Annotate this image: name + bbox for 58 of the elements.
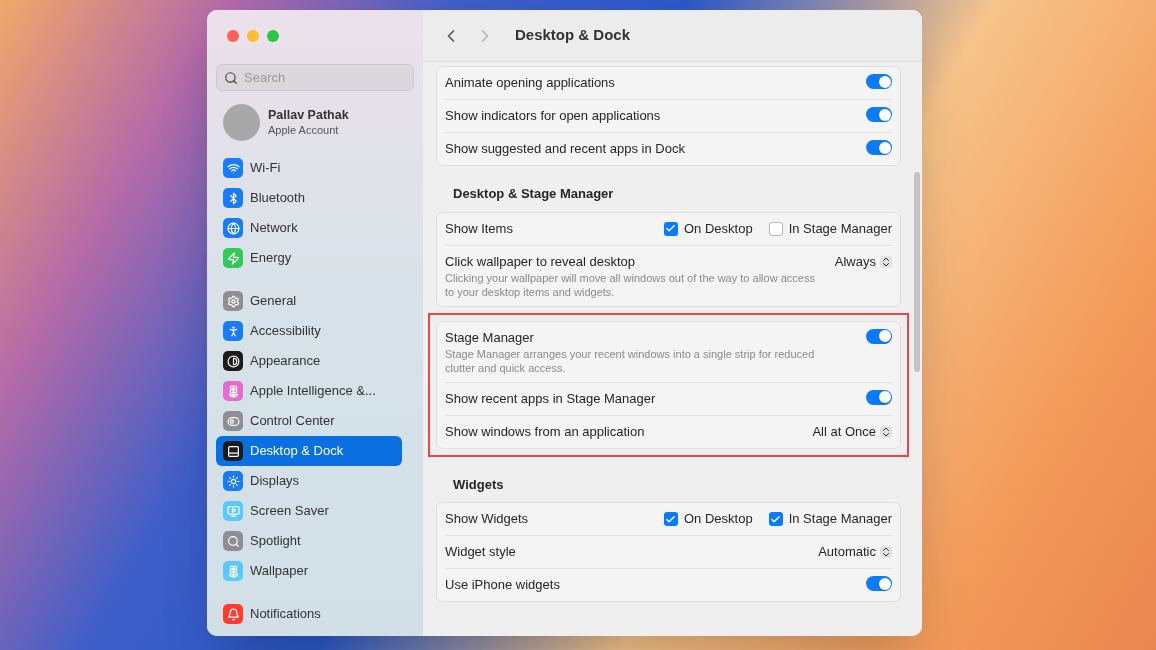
popup-menu[interactable]: Always — [834, 252, 892, 271]
avatar — [223, 104, 260, 141]
sidebar-item[interactable]: Displays — [216, 466, 402, 496]
sidebar-item[interactable]: Network — [216, 213, 402, 243]
toggle-switch[interactable] — [866, 107, 892, 122]
checkbox[interactable] — [664, 512, 678, 526]
account-subtitle: Apple Account — [268, 123, 340, 138]
sidebar-item[interactable]: Accessibility — [216, 316, 402, 346]
section-heading: Widgets — [452, 475, 505, 494]
sidebar-item[interactable]: Wi-Fi — [216, 153, 402, 183]
sidebar-item[interactable]: General — [216, 286, 402, 316]
popup-menu[interactable]: All at Once — [812, 422, 892, 441]
setting-description: Clicking your wallpaper will move all windows out of the way to allow access to your desktop items and widgets. — [445, 270, 816, 299]
account-name: Pallav Pathak — [268, 107, 349, 123]
setting-label: Stage Manager — [445, 328, 535, 347]
setting-label: Widget style — [445, 543, 516, 561]
stepper-icon — [880, 546, 892, 558]
sidebar-item[interactable]: Apple Intelligence &... — [216, 376, 402, 406]
sidebar-item[interactable]: Energy — [216, 243, 402, 273]
sidebar-item[interactable]: Control Center — [216, 406, 402, 436]
sidebar-item[interactable]: Wallpaper — [216, 556, 402, 586]
search-field[interactable]: Search — [216, 64, 414, 91]
toggle-switch[interactable] — [866, 328, 892, 344]
setting-label: Show Items — [445, 219, 513, 238]
sidebar-item[interactable]: Bluetooth — [216, 183, 402, 213]
checkbox[interactable] — [768, 221, 783, 236]
setting-label: Animate opening applications — [445, 74, 615, 92]
checkbox-label: In Stage Manager — [788, 510, 892, 528]
sidebar-item[interactable]: Screen Saver — [216, 496, 402, 526]
stepper-icon — [880, 425, 892, 438]
checkbox-label: On Desktop — [684, 510, 753, 528]
setting-label: Use iPhone widgets — [445, 576, 560, 594]
sidebar-item[interactable]: Appearance — [216, 346, 402, 376]
checkbox-label: On Desktop — [684, 219, 753, 238]
setting-label: Show Widgets — [445, 510, 529, 528]
scrollbar[interactable] — [914, 172, 920, 372]
checkbox[interactable] — [768, 512, 783, 526]
setting-label: Show recent apps in Stage Manager — [445, 389, 656, 408]
section-heading: Desktop & Stage Manager — [452, 185, 615, 203]
checkbox-label: In Stage Manager — [788, 219, 892, 238]
toggle-switch[interactable] — [866, 140, 892, 155]
toggle-switch[interactable] — [866, 389, 892, 405]
setting-label: Show indicators for open applications — [445, 107, 661, 125]
toggle-switch[interactable] — [866, 74, 892, 89]
popup-menu[interactable]: Automatic — [818, 543, 892, 561]
setting-label: Show windows from an application — [445, 422, 645, 441]
setting-label: Show suggested and recent apps in Dock — [445, 140, 685, 158]
checkbox[interactable] — [664, 221, 678, 236]
close-button[interactable] — [227, 30, 239, 42]
window-title: Desktop & Dock — [515, 25, 631, 46]
setting-label: Click wallpaper to reveal desktop — [445, 252, 637, 271]
toggle-switch[interactable] — [866, 576, 892, 591]
sidebar-item[interactable]: Desktop & Dock — [216, 436, 402, 466]
search-icon — [224, 71, 238, 85]
stepper-icon — [880, 255, 892, 268]
sidebar-item[interactable]: Notifications — [216, 599, 402, 629]
sidebar-item[interactable]: Spotlight — [216, 526, 402, 556]
setting-description: Stage Manager arranges your recent windows into a single strip for reduced clutter and quick access. — [445, 346, 816, 375]
